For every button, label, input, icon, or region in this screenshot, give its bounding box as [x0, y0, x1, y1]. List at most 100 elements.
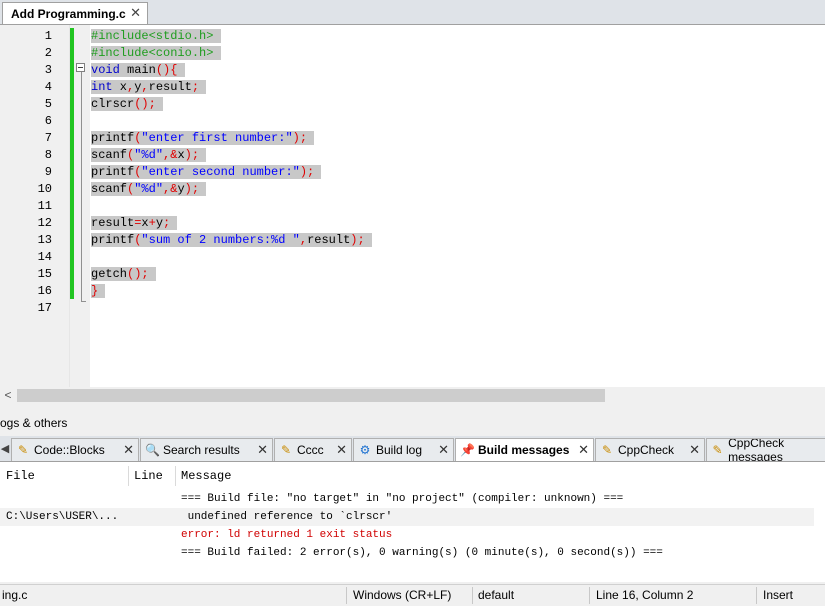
editor-tab-add-programming[interactable]: Add Programming.c ✕ — [2, 2, 148, 24]
scrollbar-thumb[interactable] — [17, 389, 605, 402]
code-line[interactable]: printf("sum of 2 numbers:%d ",result); — [91, 232, 372, 249]
document-pencil-icon: ✎ — [280, 443, 292, 457]
code-token: printf — [91, 233, 135, 247]
scroll-left-arrow-icon[interactable]: < — [2, 387, 14, 404]
code-token: result — [148, 80, 192, 94]
code-token: "%d" — [134, 148, 164, 162]
code-token: x — [177, 148, 185, 162]
close-icon[interactable]: ✕ — [130, 5, 141, 21]
code-token: scanf — [91, 148, 128, 162]
code-line[interactable]: scanf("%d",&x); — [91, 147, 207, 164]
build-messages-list: File Line Message === Build file: "no ta… — [0, 462, 825, 582]
line-number: 1 — [44, 29, 52, 43]
line-number: 11 — [37, 199, 52, 213]
code-line[interactable]: scanf("%d",&y); — [91, 181, 207, 198]
close-icon[interactable]: ✕ — [689, 442, 700, 458]
code-line[interactable]: clrscr(); — [91, 96, 164, 113]
line-number: 3 — [44, 63, 52, 77]
line-number: 14 — [37, 250, 52, 264]
code-token: ); — [350, 233, 365, 247]
code-token: "enter first number:" — [141, 131, 293, 145]
log-tab-search-results[interactable]: 🔍 Search results ✕ — [140, 438, 273, 461]
close-icon[interactable]: ✕ — [257, 442, 268, 458]
logs-tab-bar: ✎ Code::Blocks ✕ 🔍 Search results ✕ ✎ Cccc ✕ ⚙ Bui… — [0, 436, 825, 462]
log-tab-label: Code::Blocks — [34, 443, 105, 457]
document-pencil-icon: ✎ — [601, 443, 613, 457]
code-line[interactable]: #include<stdio.h> — [91, 28, 221, 45]
selected-row-highlight — [0, 508, 814, 526]
fold-collapse-icon[interactable] — [76, 63, 85, 72]
line-number: 4 — [44, 80, 52, 94]
code-token: printf — [91, 131, 135, 145]
close-icon[interactable]: ✕ — [578, 442, 589, 458]
log-tab-cppcheck-messages[interactable]: ✎ CppCheck messages — [706, 438, 825, 461]
code-token: #include<conio.h> — [91, 46, 214, 60]
code-line[interactable]: } — [91, 283, 106, 300]
code-line[interactable]: getch(); — [91, 266, 156, 283]
status-encoding: default — [478, 588, 515, 602]
code-line[interactable]: #include<conio.h> — [91, 45, 221, 62]
code-token: ,& — [163, 182, 178, 196]
line-number: 12 — [37, 216, 52, 230]
code-line[interactable] — [91, 113, 95, 130]
line-number: 6 — [44, 114, 52, 128]
code-token: (){ — [155, 63, 178, 77]
line-number: 5 — [44, 97, 52, 111]
log-tab-build-log[interactable]: ⚙ Build log ✕ — [353, 438, 454, 461]
editor-horizontal-scrollbar[interactable]: < — [0, 387, 825, 404]
log-tab-label: CppCheck messages — [728, 438, 785, 461]
code-line[interactable] — [91, 249, 95, 266]
code-token: ); — [292, 131, 308, 145]
log-tab-cccc[interactable]: ✎ Cccc ✕ — [274, 438, 352, 461]
pushpin-icon: 📌 — [460, 443, 475, 457]
code-token: result — [91, 216, 135, 230]
column-header-message[interactable]: Message — [181, 468, 231, 484]
status-cursor-position: Line 16, Column 2 — [596, 588, 694, 602]
code-line[interactable]: printf("enter first number:"); — [91, 130, 315, 147]
code-line[interactable]: printf("enter second number:"); — [91, 164, 322, 181]
tabs-scroll-left-icon[interactable]: ◀ — [0, 438, 10, 460]
close-icon[interactable]: ✕ — [123, 442, 134, 458]
change-marker-bar — [70, 28, 74, 299]
code-token: ); — [184, 148, 200, 162]
message-text-cell[interactable]: === Build file: "no target" in "no proje… — [181, 490, 623, 508]
close-icon[interactable]: ✕ — [336, 442, 347, 458]
code-token: #include<stdio.h> — [91, 29, 214, 43]
document-pencil-icon: ✎ — [712, 443, 723, 457]
column-header-line[interactable]: Line — [134, 468, 163, 484]
log-tab-label: CppCheck — [618, 443, 675, 457]
code-line[interactable]: int x,y,result; — [91, 79, 207, 96]
code-line[interactable]: result=x+y; — [91, 215, 178, 232]
code-token: y — [177, 182, 185, 196]
code-token: result — [307, 233, 351, 247]
line-number: 16 — [37, 284, 52, 298]
line-number: 10 — [37, 182, 52, 196]
message-file-cell[interactable]: C:\Users\USER\... — [6, 508, 118, 526]
code-editor[interactable]: 1 2 3 4 5 6 7 8 9 10 11 12 13 14 15 16 17 #include<stdio… — [0, 25, 825, 387]
code-token: (); — [127, 267, 149, 281]
column-header-file[interactable]: File — [6, 468, 35, 484]
code-line[interactable]: void main(){ — [91, 62, 185, 79]
line-number: 9 — [44, 165, 52, 179]
log-tab-label: Search results — [163, 443, 240, 457]
log-tab-label: Cccc — [297, 443, 324, 457]
message-text-cell[interactable]: error: ld returned 1 exit status — [181, 526, 392, 544]
build-gear-icon: ⚙ — [359, 443, 371, 457]
code-token: printf — [91, 165, 135, 179]
log-tab-label: Build messages — [478, 443, 570, 457]
code-token: (); — [134, 97, 156, 111]
code-token: ); — [299, 165, 315, 179]
log-tab-build-messages[interactable]: 📌 Build messages ✕ — [455, 438, 594, 461]
status-file-name: ing.c — [2, 588, 28, 602]
message-text-cell[interactable]: undefined reference to `clrscr' — [181, 508, 393, 526]
message-text-cell[interactable]: === Build failed: 2 error(s), 0 warning(… — [181, 544, 663, 562]
close-icon[interactable]: ✕ — [438, 442, 449, 458]
line-number: 17 — [37, 301, 52, 315]
log-tab-code-blocks[interactable]: ✎ Code::Blocks ✕ — [11, 438, 139, 461]
code-line[interactable] — [91, 198, 95, 215]
log-tab-cppcheck[interactable]: ✎ CppCheck ✕ — [595, 438, 705, 461]
line-number: 7 — [44, 131, 52, 145]
fold-guide-line — [81, 72, 82, 302]
log-tab-label: Build log — [376, 443, 423, 457]
status-insert-mode: Insert — [763, 588, 794, 602]
